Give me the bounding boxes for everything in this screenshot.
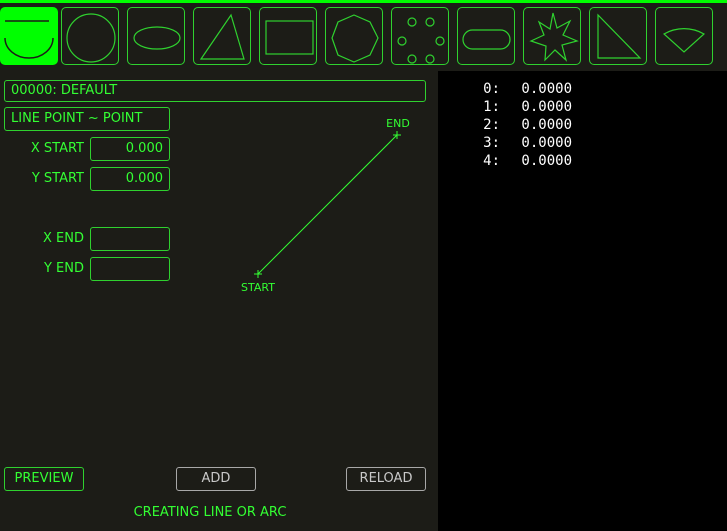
y-start-field[interactable]: 0.000 [90, 167, 170, 191]
slot-tool-button[interactable] [457, 7, 515, 65]
status-message: CREATING LINE OR ARC [133, 505, 287, 520]
list-item: 0: 0.0000 [472, 81, 572, 97]
editor-panel: 00000: DEFAULT LINE POINT ~ POINT X STAR… [0, 71, 438, 531]
start-label: START [241, 281, 275, 294]
rectangle-tool-button[interactable] [259, 7, 317, 65]
param-value: 0.0000 [521, 81, 572, 97]
end-label: END [386, 117, 410, 130]
param-index: 3: [483, 135, 500, 151]
mode-selector[interactable]: LINE POINT ~ POINT [4, 107, 170, 131]
shape-toolbar [0, 0, 727, 71]
param-value: 0.0000 [521, 99, 572, 115]
param-index: 2: [483, 117, 500, 133]
right-triangle-icon [597, 13, 642, 59]
preview-line [257, 134, 398, 275]
reload-button[interactable]: RELOAD [346, 467, 426, 491]
ellipse-icon [133, 26, 181, 50]
x-start-label: X START [30, 141, 84, 156]
heptagon-icon [331, 14, 379, 63]
preview-button[interactable]: PREVIEW [4, 467, 84, 491]
obround-icon [462, 29, 511, 50]
list-item: 4: 0.0000 [472, 153, 572, 169]
bolt-circle-icon [397, 17, 445, 64]
param-value: 0.0000 [521, 153, 572, 169]
line-diagram: START END [241, 117, 410, 294]
y-end-label: Y END [43, 261, 84, 276]
circle-tool-button[interactable] [61, 7, 119, 65]
param-index: 4: [483, 153, 500, 169]
bolt-circle-tool-button[interactable] [391, 7, 449, 65]
list-item: 1: 0.0000 [472, 99, 572, 115]
polygon-tool-button[interactable] [325, 7, 383, 65]
x-end-label: X END [43, 231, 84, 246]
parameter-list: 0: 0.0000 1: 0.0000 2: 0.0000 3: 0.0000 4: 0.… [438, 71, 727, 531]
list-item: 2: 0.0000 [472, 117, 572, 133]
param-index: 0: [483, 81, 500, 97]
circle-icon [66, 13, 116, 63]
sector-tool-button[interactable] [655, 7, 713, 65]
y-start-label: Y START [31, 171, 84, 186]
star-icon [529, 12, 579, 62]
add-button[interactable]: ADD [176, 467, 256, 491]
x-end-field[interactable] [90, 227, 170, 251]
param-value: 0.0000 [521, 117, 572, 133]
ellipse-tool-button[interactable] [127, 7, 185, 65]
triangle-tool-button[interactable] [193, 7, 251, 65]
triangle-icon [199, 13, 245, 60]
arc-tool-button[interactable] [0, 7, 58, 65]
list-item: 3: 0.0000 [472, 135, 572, 151]
param-value: 0.0000 [521, 135, 572, 151]
right-triangle-tool-button[interactable] [589, 7, 647, 65]
y-end-field[interactable] [90, 257, 170, 281]
sector-icon [662, 28, 706, 53]
star-tool-button[interactable] [523, 7, 581, 65]
x-start-field[interactable]: 0.000 [90, 137, 170, 161]
program-name-field[interactable]: 00000: DEFAULT [4, 80, 426, 102]
rectangle-icon [265, 20, 314, 55]
param-index: 1: [483, 99, 500, 115]
arc-icon [4, 20, 54, 59]
